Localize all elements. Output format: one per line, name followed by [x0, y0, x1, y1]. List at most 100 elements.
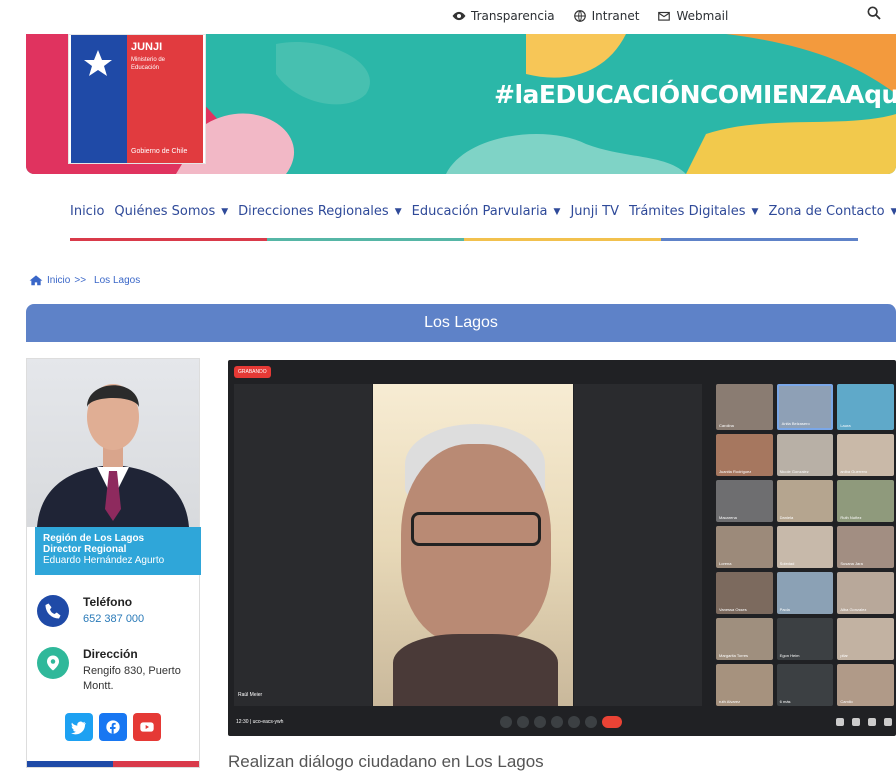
webmail-label: Webmail: [676, 9, 729, 23]
meeting-control-bar: 12:30 | uco-eacs-ywh: [228, 710, 896, 736]
participant-tile: Anita Belzasero: [776, 384, 834, 430]
nav-direcciones-regionales[interactable]: Direcciones Regionales ▼: [238, 204, 401, 219]
intranet-label: Intranet: [591, 9, 640, 23]
webmail-link[interactable]: Webmail: [657, 9, 728, 23]
info-icon: [836, 718, 844, 726]
participant-tile: aniba Guerrero: [837, 434, 894, 476]
logo-red-panel: [127, 35, 203, 163]
participant-tile: Susana Jara: [837, 526, 894, 568]
participant-tile: pilar: [837, 618, 894, 660]
participant-tile: Nicole Gonzalez: [776, 434, 834, 476]
address-block: Dirección Rengifo 830, Puerto Montt.: [37, 647, 197, 694]
participant-tile: ruth Alvarez: [716, 664, 773, 706]
video-left-panel: [234, 384, 372, 706]
speaker-nametag: Raúl Meier: [238, 692, 263, 698]
activities-icon: [884, 718, 892, 726]
caret-down-icon: ▼: [221, 206, 229, 217]
breadcrumb: Inicio >> Los Lagos: [29, 274, 140, 286]
recording-badge: GRABANDO: [234, 366, 271, 378]
more-icon: [585, 716, 597, 728]
caret-down-icon: ▼: [553, 206, 561, 217]
mic-icon: [500, 716, 512, 728]
director-portrait: [37, 384, 189, 527]
participant-tile: Juanita Rodriguez: [716, 434, 773, 476]
nav-quienes-somos[interactable]: Quiénes Somos ▼: [114, 204, 228, 219]
twitter-icon[interactable]: [65, 713, 93, 741]
speaker-glasses: [411, 512, 541, 546]
participant-grid: Carolina Anita Belzasero Laura Juanita R…: [716, 384, 894, 706]
participant-tile: Daniela: [776, 480, 834, 522]
meeting-code: 12:30 | uco-eacs-ywh: [236, 719, 284, 725]
logo-subtitle: Ministerio de Educación: [131, 57, 166, 71]
phone-value[interactable]: 652 387 000: [83, 612, 144, 627]
social-links: [65, 713, 161, 741]
participant-tile: Camilo: [837, 664, 894, 706]
participant-tile: Alba Gonzalez: [837, 572, 894, 614]
video-right-panel: [574, 384, 702, 706]
address-label: Dirección: [83, 647, 138, 661]
header-banner: JUNJI Ministerio de Educación Gobierno de…: [26, 34, 896, 174]
participant-tile: 6 más: [776, 664, 834, 706]
utility-links: Transparencia Intranet Webmail: [452, 9, 728, 23]
region-name: Región de Los Lagos: [43, 533, 145, 544]
nav-inicio[interactable]: Inicio: [70, 204, 104, 219]
nav-tramites-digitales[interactable]: Trámites Digitales ▼: [629, 204, 758, 219]
article-title[interactable]: Realizan diálogo ciudadano en Los Lagos: [228, 752, 544, 772]
campaign-hashtag: #laEDUCACIÓNCOMIENZAAquí: [494, 80, 896, 109]
logo-title: JUNJI: [131, 41, 163, 53]
youtube-icon[interactable]: [133, 713, 161, 741]
participant-tile: Margarita Torres: [716, 618, 773, 660]
region-box: Región de Los Lagos Director Regional Ed…: [35, 527, 201, 575]
address-value: Rengifo 830, Puerto Montt.: [83, 665, 181, 692]
meeting-controls: [500, 716, 622, 728]
top-bar: Transparencia Intranet Webmail: [0, 0, 896, 34]
nav-zona-contacto[interactable]: Zona de Contacto ▼: [768, 204, 896, 219]
main-nav: Inicio Quiénes Somos ▼ Direcciones Region…: [70, 204, 896, 219]
director-card: Región de Los Lagos Director Regional Ed…: [26, 358, 201, 768]
meeting-screenshot: GRABANDO Raúl Meier Carolina Anita Belza…: [228, 360, 896, 736]
captions-icon: [534, 716, 546, 728]
search-icon[interactable]: [866, 5, 882, 21]
present-icon: [568, 716, 580, 728]
meeting-side-controls: [836, 718, 892, 726]
caret-down-icon: ▼: [890, 206, 896, 217]
caret-down-icon: ▼: [751, 206, 759, 217]
nav-junji-tv[interactable]: Junji TV: [570, 204, 619, 219]
logo-footer: Gobierno de Chile: [131, 148, 188, 155]
transparencia-link[interactable]: Transparencia: [452, 9, 555, 23]
participant-tile: Macarena: [716, 480, 773, 522]
home-icon[interactable]: [29, 274, 43, 286]
participant-tile: Carolina: [716, 384, 773, 430]
intranet-link[interactable]: Intranet: [573, 9, 640, 23]
transparencia-label: Transparencia: [471, 9, 555, 23]
main-speaker-video: [373, 384, 573, 706]
mail-icon: [658, 11, 671, 21]
page-title: Los Lagos: [26, 304, 896, 342]
coat-of-arms-icon: [84, 50, 112, 76]
participant-tile: Paola: [776, 572, 834, 614]
nav-color-stripe: [70, 238, 858, 241]
end-call-icon: [602, 716, 622, 728]
nav-educacion-parvularia[interactable]: Educación Parvularia ▼: [412, 204, 561, 219]
eye-icon: [452, 11, 466, 21]
breadcrumb-separator: >>: [74, 274, 87, 286]
raise-hand-icon: [551, 716, 563, 728]
location-pin-icon: [37, 647, 69, 679]
speaker-shirt: [393, 634, 558, 706]
phone-icon: [37, 595, 69, 627]
camera-icon: [517, 716, 529, 728]
participant-tile: Lorena: [716, 526, 773, 568]
caret-down-icon: ▼: [394, 206, 402, 217]
participant-tile: Egon Heim: [776, 618, 834, 660]
facebook-icon[interactable]: [99, 713, 127, 741]
junji-logo[interactable]: JUNJI Ministerio de Educación Gobierno de…: [68, 34, 206, 164]
director-photo: [27, 359, 199, 527]
card-color-stripe: [27, 761, 199, 767]
director-name: Eduardo Hernández Agurto: [43, 555, 165, 566]
participant-tile: Vanessa Osses: [716, 572, 773, 614]
breadcrumb-home[interactable]: Inicio: [47, 275, 70, 286]
phone-block: Teléfono 652 387 000: [37, 595, 197, 627]
breadcrumb-current: Los Lagos: [94, 274, 141, 286]
participant-tile: Soledad: [776, 526, 834, 568]
globe-icon: [573, 10, 586, 22]
